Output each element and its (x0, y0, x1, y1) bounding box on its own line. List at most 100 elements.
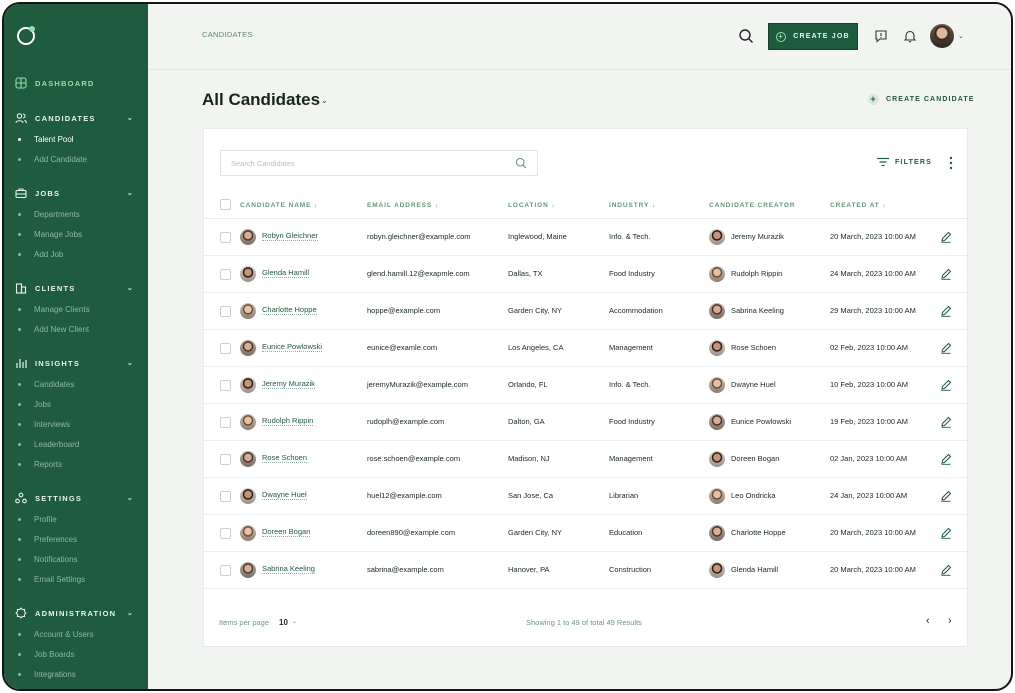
items-per-page-select[interactable]: 10 (279, 618, 288, 627)
sidebar-subitem-leaderboard[interactable]: Leaderboard (4, 434, 148, 454)
create-job-button[interactable]: + CREATE JOB (768, 23, 858, 50)
edit-icon[interactable] (940, 342, 952, 354)
sidebar-subitem-job-boards[interactable]: Job Boards (4, 644, 148, 664)
candidate-name-link[interactable]: Robyn Gleichner (262, 231, 318, 241)
edit-icon[interactable] (940, 379, 952, 391)
row-checkbox[interactable] (220, 269, 231, 280)
sidebar-subitem-profile[interactable]: Profile (4, 509, 148, 529)
edit-icon[interactable] (940, 305, 952, 317)
sidebar-subitem-career-page[interactable]: Career Page (4, 684, 148, 689)
table-row[interactable]: Dwayne Huel huel12@example.com San Jose, C… (204, 478, 967, 515)
row-checkbox[interactable] (220, 417, 231, 428)
row-checkbox[interactable] (220, 528, 231, 539)
search-icon[interactable] (738, 28, 754, 44)
candidate-name-link[interactable]: Charlotte Hoppe (262, 305, 317, 315)
chevron-down-icon[interactable]: ⌄ (127, 359, 134, 367)
candidate-name-link[interactable]: Rose Schoen (262, 453, 308, 463)
search-input[interactable]: Search Candidates (220, 150, 538, 176)
created-at-cell: 02 Jan, 2023 10:00 AM (830, 454, 908, 463)
edit-icon[interactable] (940, 527, 952, 539)
table-row[interactable]: Rose Schoen rose.schoen@example.com Madiso… (204, 441, 967, 478)
sidebar-subitem-notifications[interactable]: Notifications (4, 549, 148, 569)
title-chevron-down-icon[interactable]: ⌄ (321, 96, 328, 105)
candidate-name-link[interactable]: Glenda Hamill (262, 268, 310, 278)
col-industry[interactable]: INDUSTRY ↓ (609, 202, 656, 209)
chevron-down-icon[interactable]: ⌄ (127, 284, 134, 292)
candidate-name-link[interactable]: Rudolph Rippin (262, 416, 314, 426)
sidebar-subitem-add-new-client[interactable]: Add New Client (4, 319, 148, 339)
sidebar-item-candidates[interactable]: CANDIDATES ⌄ (4, 107, 148, 129)
filters-button[interactable]: FILTERS (877, 157, 932, 167)
row-checkbox[interactable] (220, 491, 231, 502)
edit-icon[interactable] (940, 231, 952, 243)
sidebar-item-settings[interactable]: SETTINGS ⌄ (4, 487, 148, 509)
bell-icon[interactable] (903, 29, 917, 43)
sidebar-subitem-add-job[interactable]: Add Job (4, 244, 148, 264)
candidate-name-link[interactable]: Dwayne Huel (262, 490, 307, 500)
edit-icon[interactable] (940, 268, 952, 280)
sidebar-subitem-manage-clients[interactable]: Manage Clients (4, 299, 148, 319)
sidebar-item-clients[interactable]: CLIENTS ⌄ (4, 277, 148, 299)
sidebar-nav: DASHBOARD CANDIDATES ⌄ Talent Pool Add Candi… (4, 72, 148, 689)
sidebar-item-jobs[interactable]: JOBS ⌄ (4, 182, 148, 204)
sidebar-item-insights[interactable]: INSIGHTS ⌄ (4, 352, 148, 374)
sidebar-item-administration[interactable]: ADMINISTRATION ⌄ (4, 602, 148, 624)
col-created-at[interactable]: CREATED AT ↓ (830, 202, 887, 209)
edit-icon[interactable] (940, 453, 952, 465)
user-avatar[interactable] (930, 24, 954, 48)
chat-alert-icon[interactable] (874, 29, 888, 43)
sidebar-subitem-candidates[interactable]: Candidates (4, 374, 148, 394)
table-row[interactable]: Doreen Bogan doreen890@example.com Garden … (204, 515, 967, 552)
candidate-avatar (240, 340, 256, 356)
candidate-name-link[interactable]: Doreen Bogan (262, 527, 311, 537)
sidebar-subitem-integrations[interactable]: Integrations (4, 664, 148, 684)
candidate-name-link[interactable]: Sabrina Keeling (262, 564, 315, 574)
table-row[interactable]: Sabrina Keeling sabrina@example.com Hanove… (204, 552, 967, 589)
sidebar-subitem-departments[interactable]: Departments (4, 204, 148, 224)
sidebar-subitem-jobs[interactable]: Jobs (4, 394, 148, 414)
chevron-down-icon[interactable]: ⌄ (958, 32, 964, 40)
candidate-name-link[interactable]: Eunice Powlowski (262, 342, 323, 352)
table-row[interactable]: Jeremy Murazik jeremyMurazik@example.com O… (204, 367, 967, 404)
sidebar-subitem-manage-jobs[interactable]: Manage Jobs (4, 224, 148, 244)
sidebar-subitem-talent-pool[interactable]: Talent Pool (4, 129, 148, 149)
select-all-checkbox[interactable] (220, 199, 231, 210)
chevron-down-icon[interactable]: ⌄ (127, 609, 134, 617)
row-checkbox[interactable] (220, 565, 231, 576)
sidebar-item-dashboard[interactable]: DASHBOARD (4, 72, 148, 94)
edit-icon[interactable] (940, 416, 952, 428)
create-candidate-button[interactable]: + CREATE CANDIDATE (868, 94, 975, 105)
sidebar-subitem-account-users[interactable]: Account & Users (4, 624, 148, 644)
table-row[interactable]: Glenda Hamill glend.hamill.12@exapmle.com… (204, 256, 967, 293)
chevron-down-icon[interactable]: ⌄ (127, 114, 134, 122)
next-page-icon[interactable]: › (948, 615, 952, 627)
sidebar-subitem-email-settings[interactable]: Email Settings (4, 569, 148, 589)
more-options-icon[interactable] (949, 156, 953, 170)
table-row[interactable]: Charlotte Hoppe hoppe@example.com Garden C… (204, 293, 967, 330)
industry-cell: Info. & Tech. (609, 232, 651, 241)
row-checkbox[interactable] (220, 454, 231, 465)
table-row[interactable]: Robyn Gleichner robyn.gleichner@example.c… (204, 219, 967, 256)
app-window: DASHBOARD CANDIDATES ⌄ Talent Pool Add Candi… (2, 2, 1013, 691)
prev-page-icon[interactable]: ‹ (926, 615, 930, 627)
row-checkbox[interactable] (220, 232, 231, 243)
table-row[interactable]: Rudolph Rippin rudoplh@example.com Dalton,… (204, 404, 967, 441)
row-checkbox[interactable] (220, 343, 231, 354)
table-row[interactable]: Eunice Powlowski eunice@examle.com Los Ang… (204, 330, 967, 367)
edit-icon[interactable] (940, 490, 952, 502)
row-checkbox[interactable] (220, 380, 231, 391)
col-email-address[interactable]: EMAIL ADDRESS ↓ (367, 202, 439, 209)
sidebar-subitem-preferences[interactable]: Preferences (4, 529, 148, 549)
chevron-down-icon[interactable]: ⌄ (127, 494, 134, 502)
chevron-down-icon[interactable]: ⌄ (292, 618, 297, 625)
sidebar-subitem-reports[interactable]: Reports (4, 454, 148, 474)
col-candidate-name[interactable]: CANDIDATE NAME ↓ (240, 202, 318, 209)
sidebar-subitem-interviews[interactable]: Interviews (4, 414, 148, 434)
candidate-name-link[interactable]: Jeremy Murazik (262, 379, 315, 389)
location-cell: Inglewood, Maine (508, 232, 567, 241)
col-location[interactable]: LOCATION ↓ (508, 202, 556, 209)
sidebar-subitem-add-candidate[interactable]: Add Candidate (4, 149, 148, 169)
chevron-down-icon[interactable]: ⌄ (127, 189, 134, 197)
edit-icon[interactable] (940, 564, 952, 576)
row-checkbox[interactable] (220, 306, 231, 317)
